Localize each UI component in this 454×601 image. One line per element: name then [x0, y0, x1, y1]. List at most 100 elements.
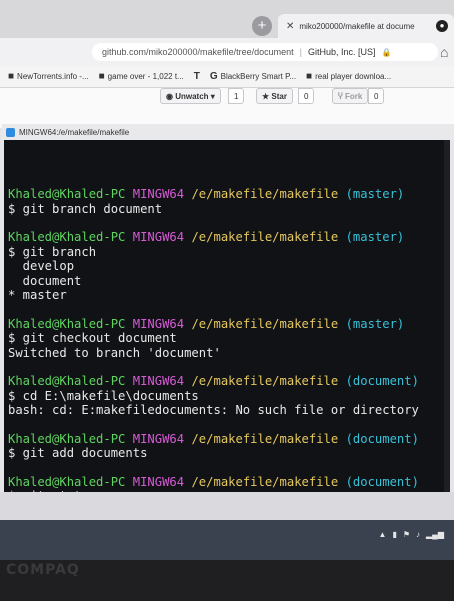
desktop-background: [0, 492, 454, 520]
bookmark-icon: ■: [98, 71, 105, 82]
terminal-window[interactable]: Khaled@Khaled-PC MINGW64 /e/makefile/mak…: [4, 140, 450, 492]
prompt-line: Khaled@Khaled-PC MINGW64 /e/makefile/mak…: [8, 187, 450, 201]
bookmark-icon: ■: [306, 71, 313, 82]
tab-bar: + ✕ miko200000/makefile at docume ●: [0, 0, 454, 38]
prompt-host: MINGW64: [132, 475, 185, 490]
prompt-line: Khaled@Khaled-PC MINGW64 /e/makefile/mak…: [8, 230, 450, 244]
prompt-branch: (master): [345, 316, 405, 331]
command-line: $ git add documents: [8, 446, 148, 461]
prompt-path: /e/makefile/makefile: [191, 316, 339, 331]
bookmark-item[interactable]: ■ NewTorrents.info -...: [8, 71, 89, 82]
bookmark-item[interactable]: G BlackBerry Smart P...: [210, 71, 296, 82]
prompt-host: MINGW64: [132, 431, 185, 446]
address-bar[interactable]: github.com/miko200000/makefile/tree/docu…: [92, 43, 438, 61]
prompt-path: /e/makefile/makefile: [191, 230, 339, 245]
flag-icon[interactable]: ⚑: [403, 530, 410, 539]
bookmarks-bar: ■ NewTorrents.info -... ■ game over - 1,022…: [0, 66, 454, 88]
prompt-branch: (document): [345, 374, 419, 389]
prompt-host: MINGW64: [132, 187, 185, 202]
bookmark-icon: ■: [8, 71, 15, 82]
fork-label: Fork: [344, 91, 363, 101]
network-icon[interactable]: ▮: [392, 530, 396, 539]
tab-title: miko200000/makefile at docume: [299, 21, 415, 31]
bookmark-label: NewTorrents.info -...: [17, 72, 89, 81]
prompt-user: Khaled@Khaled-PC: [8, 374, 126, 389]
prompt-host: MINGW64: [132, 374, 185, 389]
output-line: Switched to branch 'document': [8, 345, 221, 360]
command-line: $ git checkout document: [8, 331, 177, 346]
browser-tab[interactable]: ✕ miko200000/makefile at docume ●: [278, 14, 454, 38]
home-icon[interactable]: ⌂: [440, 44, 448, 60]
brand-logo: COMPAQ: [6, 562, 80, 578]
command-line: $ cd E:\makefile\documents: [8, 388, 199, 403]
bookmark-item[interactable]: ■ game over - 1,022 t...: [99, 71, 184, 82]
prompt-host: MINGW64: [132, 230, 185, 245]
screen: + ✕ miko200000/makefile at docume ● gith…: [0, 0, 454, 560]
fork-count[interactable]: 0: [368, 88, 385, 104]
prompt-path: /e/makefile/makefile: [191, 431, 339, 446]
prompt-line: Khaled@Khaled-PC MINGW64 /e/makefile/mak…: [8, 374, 450, 388]
output-line: bash: cd: E:makefiledocuments: No such f…: [8, 403, 419, 418]
prompt-path: /e/makefile/makefile: [191, 475, 339, 490]
output-line: develop: [8, 259, 75, 274]
unwatch-label: Unwatch: [175, 91, 209, 101]
site-identity[interactable]: GitHub, Inc. [US]: [308, 47, 376, 57]
address-bar-row: github.com/miko200000/makefile/tree/docu…: [0, 38, 454, 66]
prompt-path: /e/makefile/makefile: [191, 374, 339, 389]
prompt-user: Khaled@Khaled-PC: [8, 230, 126, 245]
terminal-title: MINGW64:/e/makefile/makefile: [19, 127, 130, 137]
github-icon: ●: [436, 20, 448, 32]
terminal-icon: [6, 127, 15, 137]
eye-icon: ◉: [166, 91, 176, 101]
volume-icon[interactable]: ♪: [416, 530, 420, 539]
prompt-user: Khaled@Khaled-PC: [8, 475, 126, 490]
bookmark-icon: G: [209, 71, 218, 82]
command-line: $ git branch document: [8, 201, 163, 216]
output-line: * master: [8, 287, 67, 302]
prompt-line: Khaled@Khaled-PC MINGW64 /e/makefile/mak…: [8, 432, 450, 446]
arrow-up-icon[interactable]: ▲: [379, 530, 387, 539]
terminal-scrollbar[interactable]: [444, 140, 450, 492]
terminal-title-bar[interactable]: MINGW64:/e/makefile/makefile: [2, 124, 454, 140]
prompt-line: Khaled@Khaled-PC MINGW64 /e/makefile/mak…: [8, 317, 450, 331]
new-tab-button[interactable]: +: [252, 16, 272, 36]
bookmark-item[interactable]: ■ real player downloa...: [306, 71, 391, 82]
output-line: document: [8, 273, 82, 288]
close-tab-icon[interactable]: ✕: [286, 21, 294, 32]
star-button[interactable]: ★ Star: [256, 88, 293, 104]
url-text: github.com/miko200000/makefile/tree/docu…: [102, 47, 294, 57]
prompt-path: /e/makefile/makefile: [191, 187, 339, 202]
prompt-line: Khaled@Khaled-PC MINGW64 /e/makefile/mak…: [8, 475, 450, 489]
prompt-branch: (master): [345, 187, 405, 202]
prompt-user: Khaled@Khaled-PC: [8, 187, 126, 202]
star-icon: ★: [262, 91, 272, 101]
prompt-host: MINGW64: [132, 316, 185, 331]
taskbar: ▲ ▮ ⚑ ♪ ▂▄▆: [0, 520, 454, 560]
fork-icon: Ⴤ: [338, 91, 345, 101]
lock-icon: 🔒: [381, 47, 392, 57]
bookmark-label: real player downloa...: [315, 72, 392, 81]
prompt-branch: (document): [345, 431, 419, 446]
fork-button[interactable]: Ⴤ Fork: [332, 88, 369, 104]
signal-icon[interactable]: ▂▄▆: [426, 530, 444, 539]
system-tray[interactable]: ▲ ▮ ⚑ ♪ ▂▄▆: [379, 530, 444, 539]
github-page: ◉ Unwatch ▾ 1 ★ Star 0 Ⴤ Fork 0: [0, 88, 454, 128]
bookmark-label: game over - 1,022 t...: [107, 72, 184, 81]
prompt-user: Khaled@Khaled-PC: [8, 316, 126, 331]
unwatch-button[interactable]: ◉ Unwatch ▾: [160, 88, 221, 104]
star-label: Star: [271, 91, 287, 101]
prompt-user: Khaled@Khaled-PC: [8, 431, 126, 446]
bookmark-label: BlackBerry Smart P...: [220, 72, 297, 81]
star-count[interactable]: 0: [298, 88, 315, 104]
bookmark-item[interactable]: T: [194, 71, 200, 82]
url-separator: |: [299, 47, 302, 57]
prompt-branch: (master): [345, 230, 405, 245]
watch-count[interactable]: 1: [228, 88, 245, 104]
command-line: $ git branch: [8, 244, 97, 259]
bookmark-icon: T: [193, 71, 200, 82]
